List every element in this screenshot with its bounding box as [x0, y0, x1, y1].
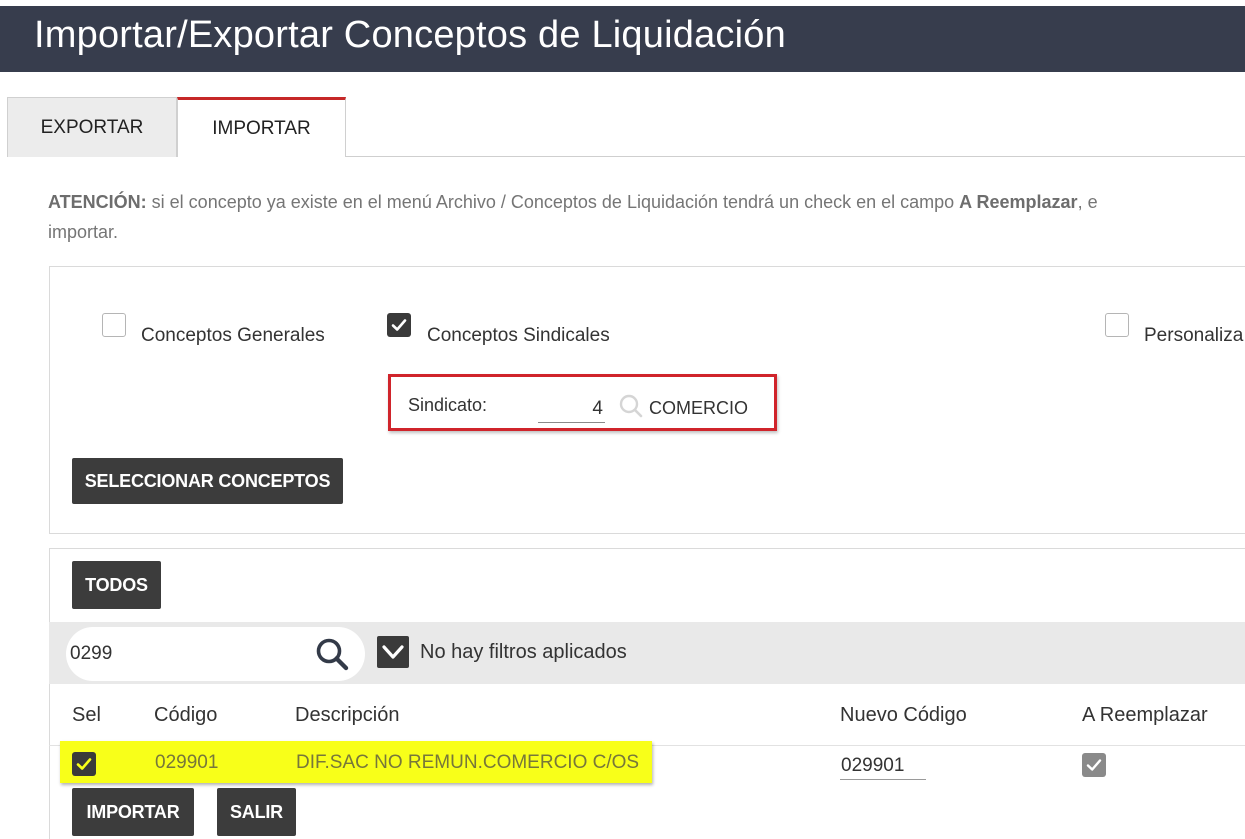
checkbox-conceptos-generales[interactable]: [102, 313, 126, 337]
notice-text: si el concepto ya existe en el menú Arch…: [146, 192, 960, 212]
label-conceptos-generales: Conceptos Generales: [141, 325, 325, 346]
row-reemplazar-checkbox: [1082, 753, 1106, 777]
sindicato-input[interactable]: [538, 396, 605, 423]
importar-button[interactable]: IMPORTAR: [72, 788, 194, 836]
checkbox-personalizados[interactable]: [1105, 313, 1129, 337]
row-select-checkbox[interactable]: [72, 752, 96, 776]
row-descripcion: DIF.SAC NO REMUN.COMERCIO C/OS: [296, 752, 640, 773]
tab-bar: EXPORTAR IMPORTAR: [7, 97, 1245, 157]
column-header-nuevo-codigo[interactable]: Nuevo Código: [840, 704, 967, 727]
filter-toggle[interactable]: [377, 636, 409, 668]
checkbox-conceptos-sindicales[interactable]: [387, 313, 411, 337]
sindicato-label: Sindicato:: [408, 395, 488, 415]
notice-prefix: ATENCIÓN:: [48, 192, 147, 212]
check-icon: [1086, 759, 1102, 771]
row-nuevo-codigo-input[interactable]: [840, 752, 926, 780]
notice-line2: importar.: [48, 222, 119, 242]
check-icon: [391, 319, 407, 331]
row-codigo: 029901: [155, 752, 219, 773]
filter-status: No hay filtros aplicados: [420, 641, 627, 663]
attention-notice: ATENCIÓN: si el concepto ya existe en el…: [48, 187, 1245, 247]
salir-button[interactable]: SALIR: [217, 788, 296, 836]
magnifier-icon[interactable]: [618, 393, 644, 419]
tab-importar[interactable]: IMPORTAR: [177, 97, 346, 157]
page-header: Importar/Exportar Conceptos de Liquidaci…: [0, 6, 1245, 72]
label-conceptos-sindicales: Conceptos Sindicales: [427, 325, 610, 346]
column-header-codigo[interactable]: Código: [154, 704, 217, 727]
seleccionar-conceptos-button[interactable]: SELECCIONAR CONCEPTOS: [72, 458, 343, 504]
tab-exportar[interactable]: EXPORTAR: [7, 97, 177, 157]
column-header-a-reemplazar[interactable]: A Reemplazar: [1082, 704, 1208, 727]
page-title: Importar/Exportar Conceptos de Liquidaci…: [34, 14, 786, 56]
notice-text-cont: , e: [1077, 192, 1098, 212]
todos-button[interactable]: TODOS: [72, 561, 161, 609]
column-header-sel: Sel: [72, 704, 101, 726]
search-input[interactable]: [68, 640, 298, 668]
check-icon: [76, 758, 92, 770]
column-header-descripcion[interactable]: Descripción: [295, 704, 399, 727]
sindicato-name: COMERCIO: [649, 398, 748, 418]
chevron-down-icon: [382, 645, 404, 659]
sindicato-field-group: Sindicato: COMERCIO: [388, 374, 777, 431]
notice-field: A Reemplazar: [959, 192, 1078, 212]
search-icon[interactable]: [314, 636, 352, 674]
label-personalizados: Personaliza: [1144, 325, 1244, 346]
